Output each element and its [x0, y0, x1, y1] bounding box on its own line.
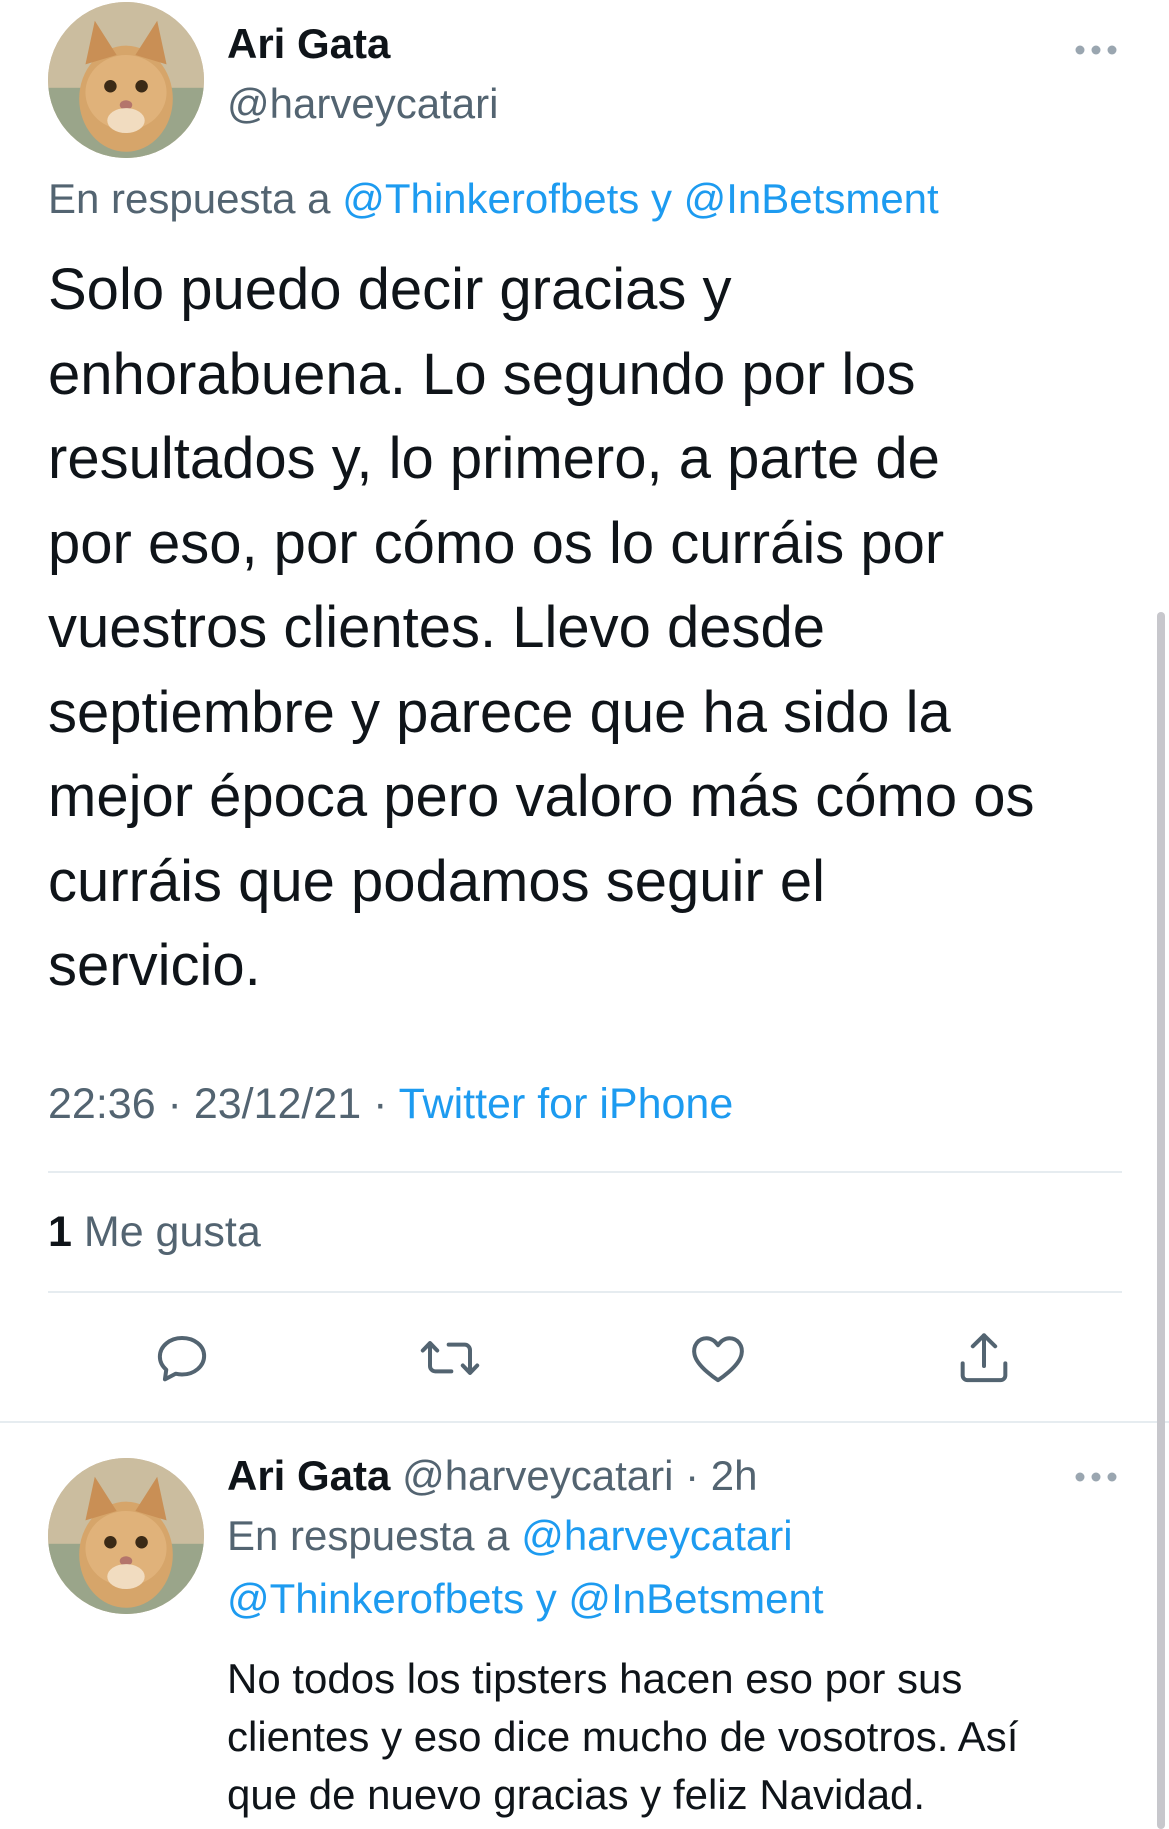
reply-context-line2: @Thinkerofbets y @InBetsment	[227, 1575, 824, 1623]
reply-mentions[interactable]: @Thinkerofbets y @InBetsment	[342, 175, 939, 222]
reply-author-handle[interactable]: @harveycatari	[402, 1452, 673, 1499]
more-icon	[1075, 1472, 1117, 1482]
more-options-button[interactable]	[1072, 40, 1120, 60]
more-icon	[1075, 45, 1117, 55]
divider	[48, 1171, 1122, 1173]
reply-mentions[interactable]: @Thinkerofbets y @InBetsment	[227, 1575, 824, 1622]
author-handle[interactable]: @harveycatari	[227, 80, 498, 128]
likes-number: 1	[48, 1208, 72, 1256]
tweet-time[interactable]: 22:36	[48, 1080, 156, 1128]
tweet-meta: 22:36 · 23/12/21 · Twitter for iPhone	[48, 1080, 733, 1129]
reply-author-name[interactable]: Ari Gata	[227, 1452, 390, 1499]
reply-separator: ·	[673, 1452, 711, 1499]
reply-context-line1: En respuesta a @harveycatari	[227, 1512, 793, 1560]
reply-age[interactable]: 2h	[711, 1452, 758, 1499]
divider	[48, 1291, 1122, 1293]
retweet-button[interactable]	[418, 1326, 482, 1390]
heart-icon	[692, 1336, 744, 1383]
reply-context: En respuesta a @Thinkerofbets y @InBetsm…	[48, 175, 939, 223]
meta-separator: ·	[361, 1080, 399, 1128]
meta-separator: ·	[155, 1080, 194, 1128]
reply-prefix: En respuesta a	[227, 1512, 522, 1559]
reply-mention[interactable]: @harveycatari	[521, 1512, 792, 1559]
scrollbar[interactable]	[1157, 612, 1165, 1829]
author-avatar[interactable]	[48, 2, 204, 158]
tweet-text: Solo puedo decir gracias y enhorabuena. …	[48, 257, 1035, 998]
reply-button[interactable]	[150, 1326, 214, 1390]
likes-label: Me gusta	[71, 1208, 261, 1256]
share-button[interactable]	[952, 1326, 1016, 1390]
author-name[interactable]: Ari Gata	[227, 20, 390, 68]
divider	[0, 1421, 1169, 1423]
reply-prefix: En respuesta a	[48, 175, 343, 222]
share-icon	[960, 1333, 1008, 1383]
reply-more-options-button[interactable]	[1072, 1467, 1120, 1487]
likes-count[interactable]: 1 Me gusta	[48, 1208, 261, 1257]
like-button[interactable]	[686, 1326, 750, 1390]
cat-avatar-image	[48, 1458, 204, 1614]
reply-author-avatar[interactable]	[48, 1458, 204, 1614]
tweet-date[interactable]: 23/12/21	[194, 1080, 361, 1128]
cat-avatar-image	[48, 2, 204, 158]
tweet-source[interactable]: Twitter for iPhone	[399, 1080, 734, 1128]
retweet-icon	[420, 1341, 480, 1375]
reply-tweet-text: No todos los tipsters hacen eso por sus …	[227, 1655, 1019, 1818]
reply-header: Ari Gata @harveycatari · 2h	[227, 1452, 758, 1500]
reply-icon	[157, 1336, 207, 1382]
